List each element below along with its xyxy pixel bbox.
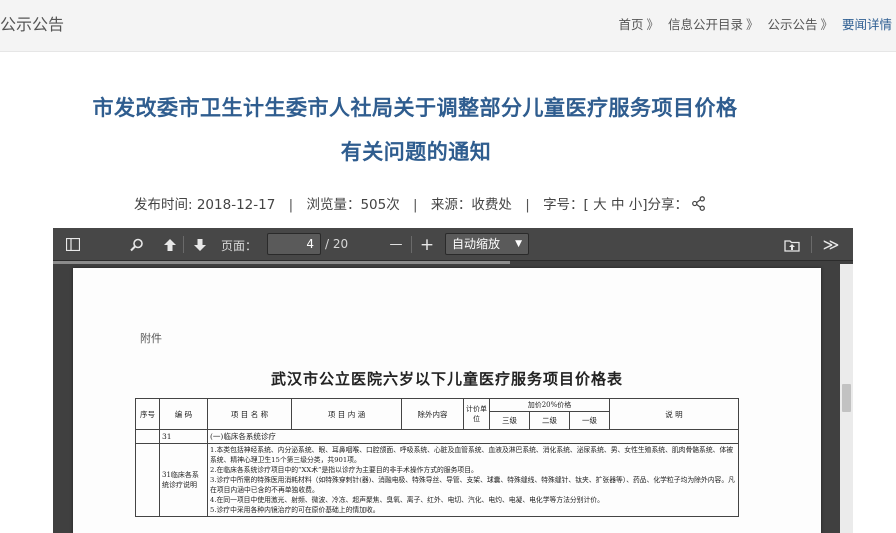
font-small-button[interactable]: 小 (629, 197, 643, 213)
zoom-in-button[interactable]: + (417, 234, 437, 255)
page-number-input[interactable]: 4 (267, 233, 321, 255)
open-file-icon[interactable] (781, 234, 803, 255)
breadcrumb: 首页》 信息公开目录》 公示公告》 要闻详情 (614, 14, 892, 33)
header-grade2: 二级 (529, 411, 570, 430)
breadcrumb-separator: 》 (820, 17, 833, 32)
toolbar-divider (183, 236, 184, 253)
pdf-page: 附件 武汉市公立医院六岁以下儿童医疗服务项目价格表 序号 编 码 项 目 名 称… (73, 268, 821, 533)
toolbar-divider (411, 236, 412, 253)
zoom-out-button[interactable]: — (387, 234, 405, 255)
sidebar-toggle-icon[interactable] (63, 234, 83, 255)
page-label: 页面： (221, 239, 258, 253)
price-table: 序号 编 码 项 目 名 称 项 目 内 涵 除外内容 计价单位 加价20%价格… (135, 398, 739, 517)
breadcrumb-current: 要闻详情 (841, 17, 892, 32)
description-line: 4.在同一项目中使用激光、射频、微波、冷冻、超声聚焦、臭氧、离子、红外、电切、汽… (210, 496, 604, 504)
breadcrumb-info-catalog[interactable]: 信息公开目录 (668, 17, 743, 32)
share-label: 分享： (647, 197, 689, 213)
font-size-label: 字号：[ (543, 197, 589, 213)
header-notes: 说 明 (609, 398, 739, 430)
row-description: 1.本类包括神经系统、内分泌系统、眼、耳鼻咽喉、口腔颌面、呼吸系统、心脏及血管系… (207, 443, 739, 517)
publish-date: 2018-12-17 (196, 197, 276, 213)
attachment-label: 附件 (140, 332, 162, 345)
views-label: 浏览量： (306, 197, 361, 213)
pdf-scrollbar[interactable] (840, 264, 853, 533)
scrollbar-thumb[interactable] (842, 384, 851, 412)
total-pages: / 20 (325, 237, 349, 251)
pdf-toolbar: 页面： 4 / 20 — + 自动缩放 ▼ ≫ (53, 228, 853, 261)
toolbar-divider (811, 236, 812, 253)
breadcrumb-home[interactable]: 首页 (618, 17, 643, 32)
source-value: 收费处 (471, 197, 512, 213)
document-title: 武汉市公立医院六岁以下儿童医疗服务项目价格表 (270, 370, 623, 388)
top-bar: 公示公告 首页》 信息公开目录》 公示公告》 要闻详情 (0, 0, 896, 52)
previous-page-icon[interactable] (159, 234, 181, 255)
row-category: (一)临床各系统诊疗 (207, 429, 739, 444)
breadcrumb-separator: 》 (646, 17, 659, 32)
pdf-viewer: 页面： 4 / 20 — + 自动缩放 ▼ ≫ 附件 武汉市公立医院六岁以下儿童… (53, 228, 853, 533)
search-icon[interactable] (127, 234, 147, 255)
page-title-line2: 有关问题的通知 (340, 140, 492, 164)
description-line: 2.在临床各系统诊疗项目中的“XX术”是指以诊疗为主要目的非手术操作方式的服务项… (210, 466, 478, 474)
article-meta: 发布时间: 2018-12-17 | 浏览量：505次 | 来源：收费处 | 字… (0, 193, 868, 215)
table-header-row: 序号 编 码 项 目 名 称 项 目 内 涵 除外内容 计价单位 加价20%价格… (135, 398, 739, 430)
description-line: 1.本类包括神经系统、内分泌系统、眼、耳鼻咽喉、口腔颌面、呼吸系统、心脏及血管系… (210, 446, 734, 464)
publish-label: 发布时间: (133, 197, 193, 213)
breadcrumb-separator: 》 (745, 17, 759, 32)
table-row: 31 (一)临床各系统诊疗 (135, 429, 739, 444)
meta-divider: | (525, 197, 530, 213)
loading-progress-bar (53, 261, 510, 264)
header-item-content: 项 目 内 涵 (291, 398, 402, 430)
page-title-line1: 市发改委市卫生计生委市人社局关于调整部分儿童医疗服务项目价格 (92, 96, 738, 120)
chevron-down-icon: ▼ (515, 239, 522, 249)
row-code: 31 (159, 429, 208, 444)
breadcrumb-notices[interactable]: 公示公告 (767, 17, 817, 32)
header-grade1: 一级 (569, 411, 610, 430)
header-markup: 加价20%价格 (489, 398, 610, 412)
row-label: 31临床各系统诊疗说明 (159, 443, 208, 517)
zoom-select[interactable]: 自动缩放 ▼ (445, 233, 529, 255)
header-code: 编 码 (159, 398, 208, 430)
section-title: 公示公告 (0, 15, 65, 34)
header-exclusions: 除外内容 (401, 398, 464, 430)
meta-divider: | (413, 197, 418, 213)
view-count: 505次 (360, 197, 400, 213)
header-item-name: 项 目 名 称 (207, 398, 292, 430)
header-seq: 序号 (135, 398, 160, 430)
table-row: 31临床各系统诊疗说明 1.本类包括神经系统、内分泌系统、眼、耳鼻咽喉、口腔颌面… (135, 443, 739, 517)
meta-divider: | (288, 197, 294, 213)
font-large-button[interactable]: 大 (593, 197, 607, 213)
description-line: 3.诊疗中所需的特殊医用消耗材料（如特殊穿刺针(器)、消融电极、特殊导丝、导管、… (210, 476, 735, 494)
next-page-icon[interactable] (189, 234, 211, 255)
header-grade3: 三级 (489, 411, 530, 430)
zoom-select-value: 自动缩放 (452, 237, 501, 251)
description-line: 5.诊疗中采用各种内镜治疗的可在原价基础上的情加收。 (210, 506, 380, 514)
share-icon[interactable] (691, 196, 706, 215)
more-tools-button[interactable]: ≫ (819, 234, 843, 255)
source-label: 来源： (430, 197, 472, 213)
header-unit: 计价单位 (463, 398, 490, 430)
font-medium-button[interactable]: 中 (611, 197, 625, 213)
